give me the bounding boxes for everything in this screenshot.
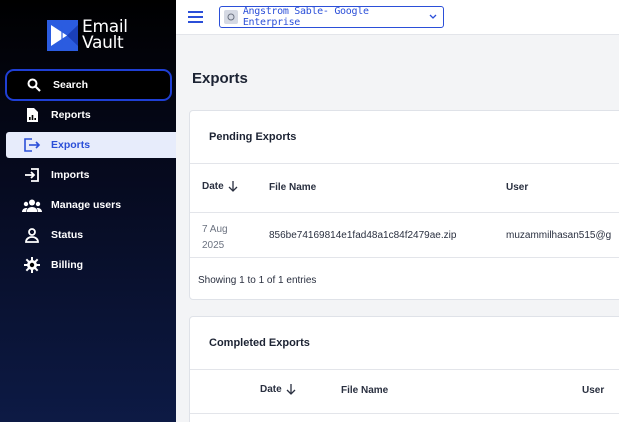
sidebar-nav: Search Reports Exports Imports Manage us… xyxy=(0,69,176,282)
page-title: Exports xyxy=(192,70,248,87)
sidebar-item-exports[interactable]: Exports xyxy=(6,132,176,158)
column-header-label: Date xyxy=(260,384,282,395)
divider xyxy=(190,163,619,164)
report-icon xyxy=(22,106,42,124)
divider xyxy=(190,212,619,213)
logo-line2: Vault xyxy=(82,33,124,53)
row-date: 7 Aug 2025 xyxy=(202,222,228,254)
column-header-file-name[interactable]: File Name xyxy=(341,385,388,396)
chevron-down-icon xyxy=(429,12,437,23)
export-icon xyxy=(22,136,42,154)
divider xyxy=(190,413,619,414)
tenant-name: Angstrom Sable- Google Enterprise xyxy=(242,6,369,28)
sidebar-item-label: Status xyxy=(51,229,84,241)
row-file-name: 856be74169814e1fad48a1c84f2479ae.zip xyxy=(269,230,457,241)
completed-exports-title: Completed Exports xyxy=(209,337,310,349)
completed-exports-card: Completed Exports Date File Name User xyxy=(189,316,619,422)
column-header-file-name[interactable]: File Name xyxy=(269,182,316,193)
sidebar-item-label: Imports xyxy=(51,169,90,181)
column-header-date[interactable]: Date xyxy=(260,384,296,395)
gear-icon xyxy=(22,256,42,274)
sidebar-item-manage-users[interactable]: Manage users xyxy=(0,192,176,218)
users-icon xyxy=(22,196,42,214)
sidebar-item-imports[interactable]: Imports xyxy=(0,162,176,188)
app-logo[interactable]: Email Vault xyxy=(47,19,128,53)
sidebar-item-search[interactable]: Search xyxy=(5,69,172,101)
sidebar-item-label: Reports xyxy=(51,109,91,121)
sidebar-item-status[interactable]: Status xyxy=(0,222,176,248)
column-header-label: Date xyxy=(202,181,224,192)
tenant-icon xyxy=(224,10,238,24)
sidebar-item-label: Search xyxy=(53,79,89,91)
sidebar: Email Vault Search Reports Exports Impor… xyxy=(0,0,176,422)
top-bar: Angstrom Sable- Google Enterprise xyxy=(176,0,619,35)
sidebar-item-reports[interactable]: Reports xyxy=(0,102,176,128)
pending-exports-title: Pending Exports xyxy=(209,131,297,143)
tenant-selector[interactable]: Angstrom Sable- Google Enterprise xyxy=(219,6,444,28)
sidebar-item-label: Exports xyxy=(51,139,91,151)
search-icon xyxy=(24,76,44,94)
logo-icon xyxy=(47,19,78,51)
sidebar-item-label: Billing xyxy=(51,259,84,271)
column-header-user[interactable]: User xyxy=(506,182,528,193)
column-header-user[interactable]: User xyxy=(582,385,604,396)
sidebar-item-label: Manage users xyxy=(51,199,122,211)
menu-icon[interactable] xyxy=(188,11,203,23)
row-user: muzammilhasan515@g xyxy=(506,230,612,241)
import-icon xyxy=(22,166,42,184)
pending-exports-card: Pending Exports Date File Name User 7 Au… xyxy=(189,110,619,300)
logo-text: Email Vault xyxy=(82,19,128,53)
row-date-day: 7 Aug xyxy=(202,224,228,235)
divider xyxy=(190,257,619,258)
row-date-year: 2025 xyxy=(202,240,225,251)
user-icon xyxy=(22,226,42,244)
column-header-date[interactable]: Date xyxy=(202,181,238,192)
entries-info: Showing 1 to 1 of 1 entries xyxy=(198,275,317,286)
sidebar-item-billing[interactable]: Billing xyxy=(0,252,176,278)
arrow-down-icon xyxy=(286,384,296,395)
divider xyxy=(190,369,619,370)
arrow-down-icon xyxy=(228,181,238,192)
